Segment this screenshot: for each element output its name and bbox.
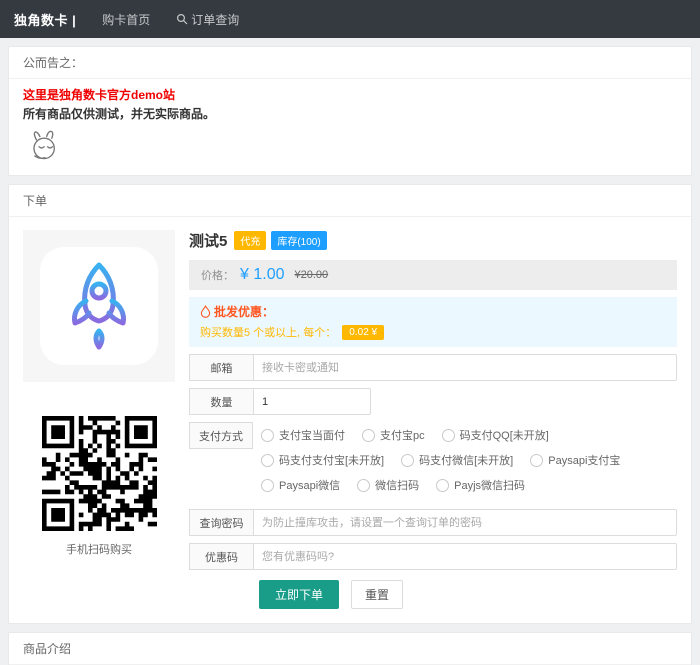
rabbit-emoticon: [23, 128, 677, 167]
payment-option-label: 支付宝pc: [380, 430, 425, 442]
coupon-input[interactable]: [253, 543, 677, 570]
qr-code: [23, 416, 175, 531]
quantity-label: 数量: [189, 388, 253, 415]
original-price: ¥20.00: [294, 269, 329, 281]
search-icon: [176, 13, 188, 25]
payment-options: 支付宝当面付 支付宝pc 码支付QQ[未开放] 码支付支付宝[未开放] 码支付微信[未开…: [261, 422, 637, 502]
announcement-header: 公而告之：: [9, 47, 691, 79]
payment-method-label: 支付方式: [189, 422, 253, 449]
form-actions: 立即下单 重置: [259, 580, 677, 609]
product-badges: 代充 库存(100): [234, 231, 331, 250]
payment-option[interactable]: 支付宝当面付: [261, 427, 345, 443]
wholesale-desc: 购买数量5 个或以上, 每个：: [200, 327, 337, 339]
announcement-line1: 这里是独角数卡官方demo站: [23, 88, 176, 102]
query-password-row: 查询密码: [189, 509, 677, 536]
submit-order-button[interactable]: 立即下单: [259, 580, 340, 609]
radio-icon[interactable]: [261, 478, 274, 492]
radio-icon[interactable]: [362, 428, 375, 442]
payment-option[interactable]: 码支付支付宝[未开放]: [261, 452, 384, 468]
price-row: 价格： ¥ 1.00 ¥20.00: [189, 260, 677, 290]
coupon-row: 优惠码: [189, 543, 677, 570]
product-badge: 代充: [234, 231, 267, 250]
product-image: [23, 230, 175, 382]
wholesale-price-badge: 0.02 ¥: [342, 324, 385, 340]
wholesale-alert: 批发优惠： 购买数量5 个或以上, 每个： 0.02 ¥: [189, 297, 677, 347]
query-password-label: 查询密码: [189, 509, 253, 536]
order-header: 下单: [9, 185, 691, 217]
radio-icon[interactable]: [357, 478, 371, 492]
email-label: 邮箱: [189, 354, 253, 381]
payment-option[interactable]: 微信扫码: [357, 477, 419, 493]
nav-item-home[interactable]: 购卡首页: [102, 11, 150, 28]
wholesale-title: 批发优惠：: [214, 305, 275, 319]
nav-item-order-query[interactable]: 订单查询: [176, 11, 239, 28]
radio-icon[interactable]: [441, 428, 455, 442]
announcement-line2: 所有商品仅供测试，并无实际商品。: [23, 107, 216, 121]
product-detail-card: 商品介绍 测试测试: [8, 632, 692, 665]
wholesale-desc-row: 购买数量5 个或以上, 每个： 0.02 ¥: [200, 324, 666, 340]
payment-method-row: 支付方式 支付宝当面付 支付宝pc 码支付QQ[未开放] 码支付支付宝[未开放] 码支付…: [189, 422, 677, 502]
payment-option-label: 支付宝当面付: [279, 430, 345, 442]
email-input[interactable]: [253, 354, 677, 381]
price-value: ¥ 1.00: [240, 266, 285, 283]
product-info-column: 测试5 代充 库存(100) 价格： ¥ 1.00 ¥20.00 批发优惠： 购…: [189, 230, 677, 609]
query-password-input[interactable]: [253, 509, 677, 536]
payment-option[interactable]: 码支付微信[未开放]: [401, 452, 513, 468]
payment-option-label: Paysapi微信: [279, 480, 341, 492]
product-badge: 库存(100): [271, 231, 327, 250]
order-body: 手机扫码购买 测试5 代充库存(100) 价格： ¥ 1.00 ¥20.00: [9, 217, 691, 623]
payment-option-label: 码支付微信[未开放]: [419, 455, 514, 467]
product-media-column: 手机扫码购买: [23, 230, 175, 609]
coupon-label: 优惠码: [189, 543, 253, 570]
rocket-icon: [40, 247, 158, 365]
radio-icon[interactable]: [401, 453, 415, 467]
reset-button[interactable]: 重置: [351, 580, 404, 609]
payment-option[interactable]: 支付宝pc: [362, 427, 425, 443]
qr-caption: 手机扫码购买: [66, 544, 132, 556]
payment-option[interactable]: Paysapi微信: [261, 477, 340, 493]
email-row: 邮箱: [189, 354, 677, 381]
wholesale-title-row: 批发优惠：: [200, 303, 666, 320]
product-detail-header: 商品介绍: [9, 633, 691, 665]
announcement-body: 这里是独角数卡官方demo站 所有商品仅供测试，并无实际商品。: [9, 79, 691, 175]
radio-icon[interactable]: [261, 453, 274, 467]
product-name: 测试5: [189, 233, 228, 250]
radio-icon[interactable]: [261, 428, 274, 442]
price-label: 价格：: [201, 270, 234, 282]
payment-option-label: 码支付支付宝[未开放]: [279, 455, 385, 467]
nav-item-order-query-label: 订单查询: [191, 12, 240, 27]
quantity-input[interactable]: [253, 388, 371, 415]
payment-option[interactable]: Paysapi支付宝: [530, 452, 620, 468]
payment-option[interactable]: Payjs微信扫码: [436, 477, 525, 493]
payment-option-label: 微信扫码: [375, 480, 420, 492]
site-brand[interactable]: 独角数卡 |: [14, 10, 76, 29]
radio-icon[interactable]: [530, 453, 544, 467]
radio-icon[interactable]: [436, 478, 450, 492]
announcement-card: 公而告之： 这里是独角数卡官方demo站 所有商品仅供测试，并无实际商品。: [8, 46, 692, 176]
nav-item-home-label: 购卡首页: [102, 12, 151, 27]
order-card: 下单 手机扫码购买 测试5 代充 库存(100) 价格： ¥ 1.00 ¥20.…: [8, 184, 692, 624]
quantity-row: 数量: [189, 388, 371, 415]
page: 独角数卡 | 购卡首页 订单查询 公而告之： 这里是独角数卡官方demo站 所有…: [0, 0, 700, 665]
payment-option[interactable]: 码支付QQ[未开放]: [441, 427, 549, 443]
navbar: 独角数卡 | 购卡首页 订单查询: [0, 0, 700, 38]
payment-option-label: Paysapi支付宝: [548, 455, 621, 467]
payment-option-label: 码支付QQ[未开放]: [459, 430, 549, 442]
flame-icon: [200, 305, 211, 318]
payment-option-label: Payjs微信扫码: [454, 480, 526, 492]
main-content: 公而告之： 这里是独角数卡官方demo站 所有商品仅供测试，并无实际商品。 下单…: [0, 38, 700, 665]
product-title-row: 测试5 代充 库存(100): [189, 230, 677, 251]
